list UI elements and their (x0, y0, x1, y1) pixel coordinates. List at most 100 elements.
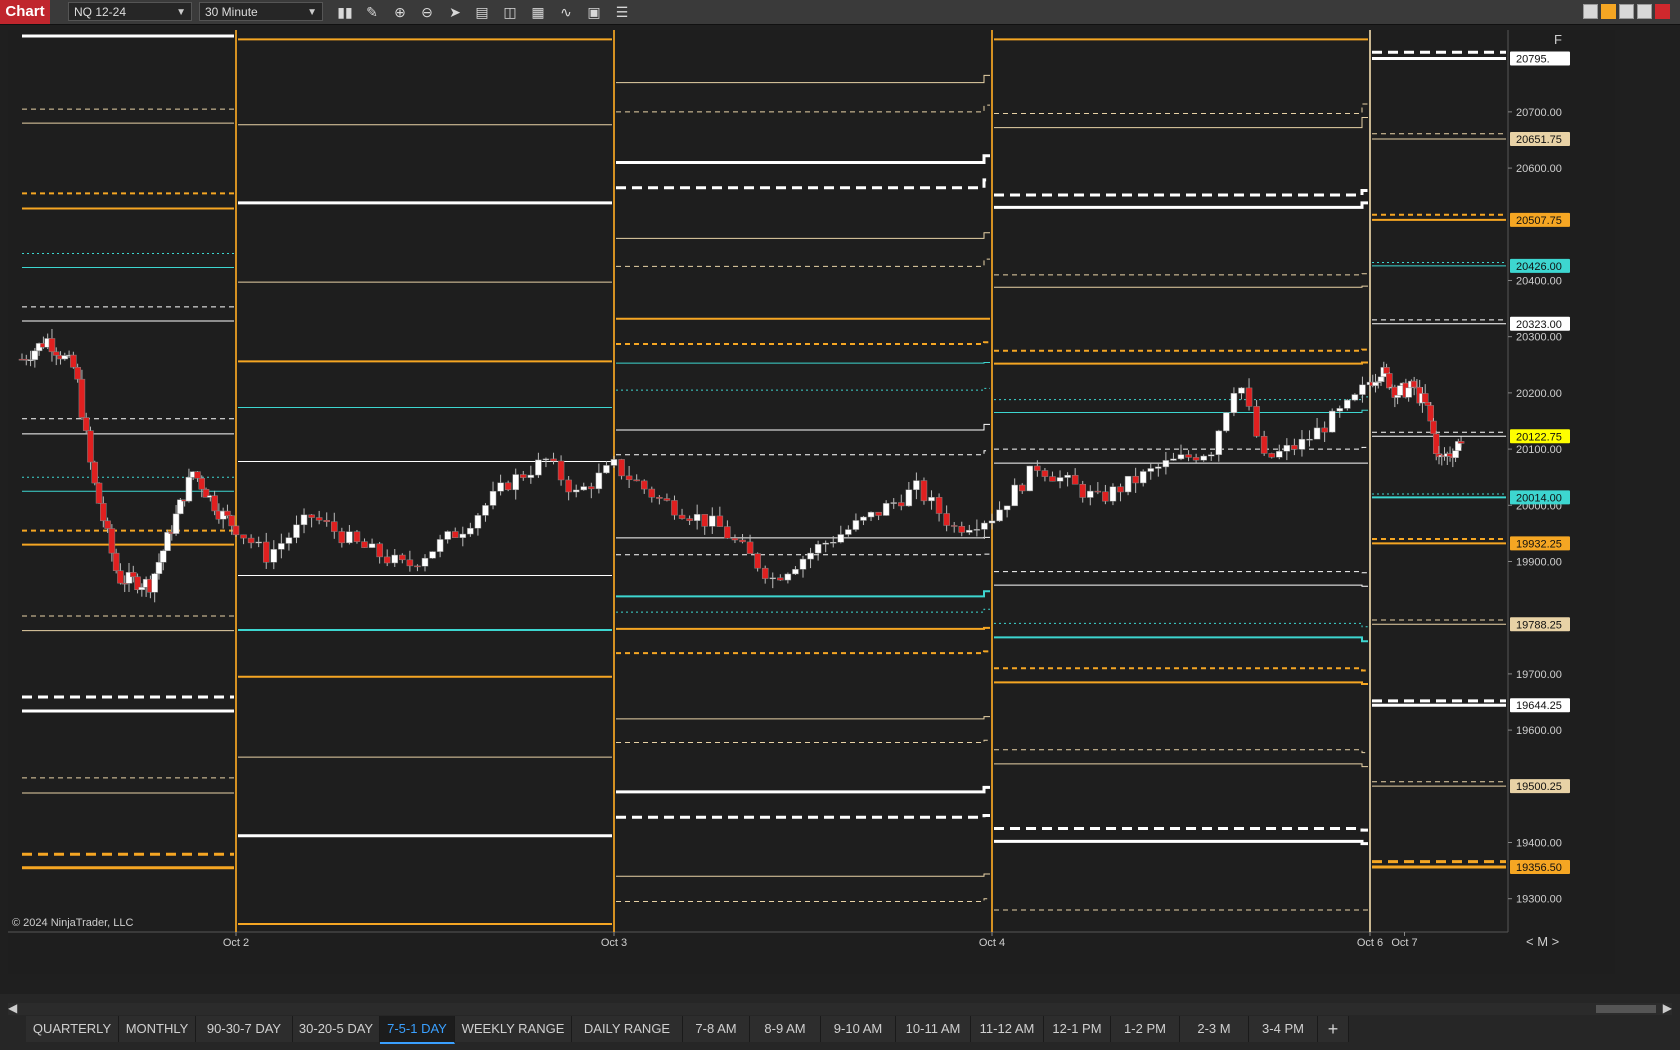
tab-9-10-am[interactable]: 9-10 AM (821, 1016, 896, 1042)
candle-body (973, 529, 981, 531)
candle-body (633, 479, 640, 482)
candle-body (155, 561, 163, 574)
pointer-icon[interactable]: ➤ (445, 2, 465, 22)
price-badge-label: 19356.50 (1516, 862, 1562, 874)
tab-8-9-am[interactable]: 8-9 AM (750, 1016, 821, 1042)
candle-body (1386, 373, 1393, 389)
candle-body (648, 488, 656, 498)
window-link-icon[interactable] (1601, 4, 1616, 19)
candle-body (829, 542, 837, 544)
scrollbar-thumb[interactable] (1596, 1005, 1656, 1013)
candle-body (108, 528, 116, 554)
candle-body (981, 522, 988, 530)
candle-body (656, 497, 663, 499)
candle-body (565, 479, 572, 493)
tab-quarterly[interactable]: QUARTERLY (26, 1016, 119, 1042)
instrument-selector[interactable]: NQ 12-24 ▼ (68, 2, 192, 21)
price-badge-label: 20426.00 (1516, 261, 1562, 273)
strategies-icon[interactable]: ∿ (556, 2, 576, 22)
bar-type-icon[interactable]: ▮▮ (335, 2, 355, 22)
price-tick-label: 19300.00 (1516, 894, 1562, 906)
candle-body (1432, 433, 1440, 454)
candle-body (474, 515, 482, 529)
candle-body (640, 480, 648, 490)
tab-weekly-range[interactable]: WEEKLY RANGE (455, 1016, 572, 1042)
candle-body (875, 511, 882, 516)
candle-body (1344, 399, 1351, 409)
timeframe-selector[interactable]: 30 Minute ▼ (199, 2, 323, 21)
candle-body (240, 534, 247, 539)
minimize-icon[interactable] (1619, 4, 1634, 19)
chart-app-label[interactable]: Chart (0, 0, 50, 24)
candle-body (315, 517, 323, 521)
tab-daily-range[interactable]: DAILY RANGE (572, 1016, 683, 1042)
tab-10-11-am[interactable]: 10-11 AM (896, 1016, 971, 1042)
candle-body (1223, 412, 1230, 432)
tab-2-3-m[interactable]: 2-3 M (1180, 1016, 1249, 1042)
chart-canvas: 20700.00 20600.00 20400.00 20300.00 20200.00… (8, 30, 1615, 974)
candle-body (1026, 465, 1034, 492)
candle-body (164, 532, 171, 552)
close-icon[interactable] (1655, 4, 1670, 19)
candle-body (693, 514, 701, 521)
candle-body (228, 515, 235, 527)
price-tick-label: 20100.00 (1516, 444, 1562, 456)
candle-body (1094, 490, 1102, 493)
candle-body (1018, 484, 1026, 492)
chart-toolbar: Chart NQ 12-24 ▼ 30 Minute ▼ ▮▮ ✎ ⊕ ⊖ ➤ … (0, 0, 1680, 25)
draw-pencil-icon[interactable]: ✎ (362, 2, 382, 22)
candle-body (686, 518, 693, 521)
candle-body (130, 572, 137, 578)
time-tick-label: Oct 6 (1357, 937, 1383, 949)
window-tile-icon[interactable] (1583, 4, 1598, 19)
candle-body (1102, 491, 1109, 502)
price-tick-label: 20700.00 (1516, 107, 1562, 119)
candle-body (535, 459, 542, 476)
candle-body (890, 502, 897, 504)
indicators-icon[interactable]: ▣ (584, 2, 604, 22)
candle-body (172, 513, 180, 534)
candle-body (792, 569, 799, 575)
candle-body (361, 541, 368, 548)
tab-3-4-pm[interactable]: 3-4 PM (1249, 1016, 1318, 1042)
scroll-right-icon[interactable]: ▶ (1663, 1001, 1672, 1015)
tab-7-5-1-day[interactable]: 7-5-1 DAY (380, 1016, 455, 1044)
level-line-white (616, 536, 990, 539)
price-badge-label: 19644.25 (1516, 700, 1562, 712)
price-chart[interactable]: 20700.00 20600.00 20400.00 20300.00 20200.00… (8, 30, 1615, 974)
scroll-left-icon[interactable]: ◀ (8, 1001, 17, 1015)
tab-30-20-5-day[interactable]: 30-20-5 DAY (293, 1016, 380, 1042)
tab-monthly[interactable]: MONTHLY (119, 1016, 196, 1042)
tab-12-1-pm[interactable]: 12-1 PM (1044, 1016, 1111, 1042)
data-box-icon[interactable]: ▤ (472, 2, 492, 22)
tab-11-12-am[interactable]: 11-12 AM (971, 1016, 1044, 1042)
add-tab-button[interactable]: + (1318, 1016, 1349, 1042)
candle-body (1034, 465, 1041, 471)
candle-body (262, 541, 270, 563)
candle-body (91, 461, 99, 484)
candle-body (159, 550, 167, 563)
candle-body (928, 497, 935, 502)
candle-body (724, 526, 731, 539)
timeframe-value: 30 Minute (205, 5, 258, 19)
candle-body (1170, 458, 1177, 461)
tab-7-8-am[interactable]: 7-8 AM (683, 1016, 750, 1042)
candle-body (1162, 460, 1170, 468)
candle-body (799, 558, 807, 570)
candle-body (414, 565, 421, 568)
properties-icon[interactable]: ▦ (528, 2, 548, 22)
zoom-out-icon[interactable]: ⊖ (417, 2, 437, 22)
candle-body (512, 474, 519, 491)
candle-body (459, 533, 467, 538)
candle-body (224, 510, 231, 516)
candle-body (595, 472, 603, 490)
zoom-in-icon[interactable]: ⊕ (390, 2, 410, 22)
tab-90-30-7-day[interactable]: 90-30-7 DAY (196, 1016, 293, 1042)
tab-1-2-pm[interactable]: 1-2 PM (1111, 1016, 1180, 1042)
candle-body (436, 539, 444, 552)
chart-trader-icon[interactable]: ◫ (500, 2, 520, 22)
horizontal-scrollbar[interactable]: ◀ ▶ (8, 1001, 1672, 1015)
templates-icon[interactable]: ☰ (612, 2, 632, 22)
candle-body (678, 514, 686, 519)
maximize-icon[interactable] (1637, 4, 1652, 19)
